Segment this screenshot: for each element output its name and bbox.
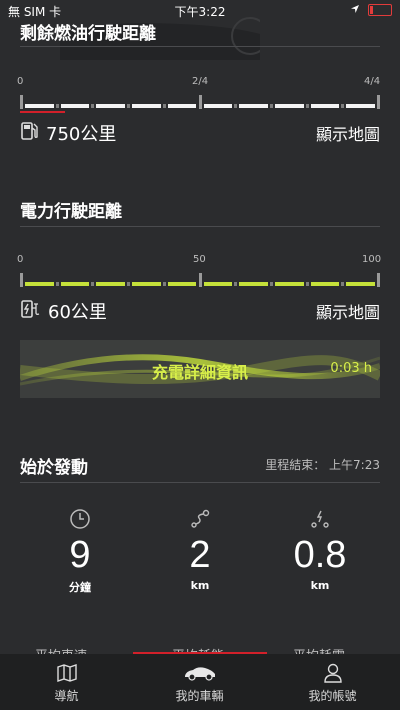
fuel-scale-mid: 2/4 xyxy=(192,76,209,87)
fuel-range-value: 750公里 xyxy=(46,124,117,145)
stat-electric-distance-unit: km xyxy=(310,579,330,592)
nav-label-navigation: 導航 xyxy=(54,689,79,703)
divider xyxy=(20,46,380,47)
gauge-tick xyxy=(127,282,131,286)
battery-icon xyxy=(368,4,392,16)
gauge-tick xyxy=(127,104,131,108)
nav-label-my-account: 我的帳號 xyxy=(308,689,357,703)
nav-item-my-account[interactable]: 我的帳號 xyxy=(266,654,399,710)
gauge-tick xyxy=(91,104,95,108)
gauge-segment xyxy=(60,104,90,108)
map-icon xyxy=(0,663,133,683)
gauge-tick xyxy=(377,273,380,287)
gauge-segment xyxy=(310,282,340,286)
gauge-segment xyxy=(132,104,161,108)
tab-average-electric[interactable]: 平均耗電 xyxy=(293,645,345,654)
bottom-nav: 導航 我的車輛 我的帳號 xyxy=(0,654,400,710)
status-icons xyxy=(350,3,392,17)
gauge-tick xyxy=(55,104,59,108)
gauge-segment xyxy=(239,104,268,108)
clock-icon xyxy=(20,508,140,534)
divider xyxy=(20,226,380,227)
gauge-tick xyxy=(341,282,345,286)
stat-distance-value: 2 xyxy=(189,534,211,576)
gauge-segment xyxy=(203,282,233,286)
location-icon xyxy=(350,3,360,17)
nav-label-my-vehicle: 我的車輛 xyxy=(175,689,224,703)
gauge-tick xyxy=(305,104,309,108)
gauge-segment xyxy=(25,282,54,286)
fuel-level-indicator xyxy=(20,111,65,113)
gauge-segment xyxy=(25,104,54,108)
gauge-segment xyxy=(167,104,197,108)
car-icon xyxy=(133,663,266,683)
stat-distance-unit: km xyxy=(190,579,210,592)
gauge-tick xyxy=(20,273,23,287)
gauge-segment xyxy=(346,104,375,108)
account-icon xyxy=(266,663,399,683)
gauge-segment xyxy=(310,104,340,108)
gauge-tick xyxy=(20,95,23,109)
electric-scale-min: 0 xyxy=(17,254,24,265)
gauge-tick xyxy=(162,104,166,108)
tab-average-speed[interactable]: 平均車速 xyxy=(35,645,87,654)
stat-electric-distance-value: 0.8 xyxy=(293,534,347,576)
gauge-segment xyxy=(132,282,161,286)
electric-range-title: 電力行駛距離 xyxy=(20,202,122,222)
gauge-tick xyxy=(55,282,59,286)
electric-route-icon xyxy=(260,508,380,534)
electric-gauge xyxy=(20,273,380,287)
gauge-tick xyxy=(91,282,95,286)
charging-plug-icon xyxy=(20,298,42,325)
electric-info-row: 60公里 顯示地圖 xyxy=(20,298,380,324)
gauge-segment xyxy=(167,282,197,286)
gauge-tick xyxy=(377,95,380,109)
gauge-tick xyxy=(269,104,273,108)
gauge-tick xyxy=(198,273,202,287)
gauge-tick xyxy=(269,282,273,286)
stat-duration: 9 分鐘 xyxy=(20,508,140,595)
gauge-segment xyxy=(60,282,90,286)
gauge-segment xyxy=(203,104,233,108)
gauge-segment xyxy=(96,104,126,108)
nav-item-navigation[interactable]: 導航 xyxy=(0,654,133,710)
gauge-segment xyxy=(274,282,304,286)
stat-duration-value: 9 xyxy=(69,534,91,576)
gauge-segment xyxy=(96,282,126,286)
gauge-segment xyxy=(239,282,268,286)
trip-end-time: 里程結束： 上午7:23 xyxy=(265,458,380,472)
stat-electric-distance: 0.8 km xyxy=(260,508,380,592)
fuel-scale-min: 0 xyxy=(17,76,24,87)
fuel-info-row: 750公里 顯示地圖 xyxy=(20,120,380,146)
fuel-scale-max: 4/4 xyxy=(364,76,381,87)
gauge-tick xyxy=(234,282,238,286)
gauge-tick xyxy=(341,104,345,108)
charge-time: 0:03 h xyxy=(330,361,372,376)
gauge-tick xyxy=(234,104,238,108)
gauge-tick xyxy=(198,95,202,109)
fuel-range-title: 剩餘燃油行駛距離 xyxy=(20,24,156,44)
charge-details-title: 充電詳細資訊 xyxy=(151,363,248,382)
fuel-gauge xyxy=(20,95,380,109)
nav-item-my-vehicle[interactable]: 我的車輛 xyxy=(133,654,266,710)
fuel-pump-icon xyxy=(20,120,40,147)
charge-details-button[interactable]: 充電詳細資訊 0:03 h xyxy=(20,340,380,398)
gauge-segment xyxy=(346,282,375,286)
divider xyxy=(20,482,380,483)
gauge-tick xyxy=(162,282,166,286)
stat-distance: 2 km xyxy=(140,508,260,592)
trip-title: 始於發動 xyxy=(20,458,88,478)
fuel-show-map-link[interactable]: 顯示地圖 xyxy=(316,121,380,145)
gauge-segment xyxy=(274,104,304,108)
stat-duration-unit: 分鐘 xyxy=(69,581,91,594)
electric-show-map-link[interactable]: 顯示地圖 xyxy=(316,299,380,323)
electric-scale-max: 100 xyxy=(362,254,382,265)
electric-scale-mid: 50 xyxy=(193,254,206,265)
gauge-tick xyxy=(305,282,309,286)
route-icon xyxy=(140,508,260,534)
electric-range-value: 60公里 xyxy=(48,302,107,323)
